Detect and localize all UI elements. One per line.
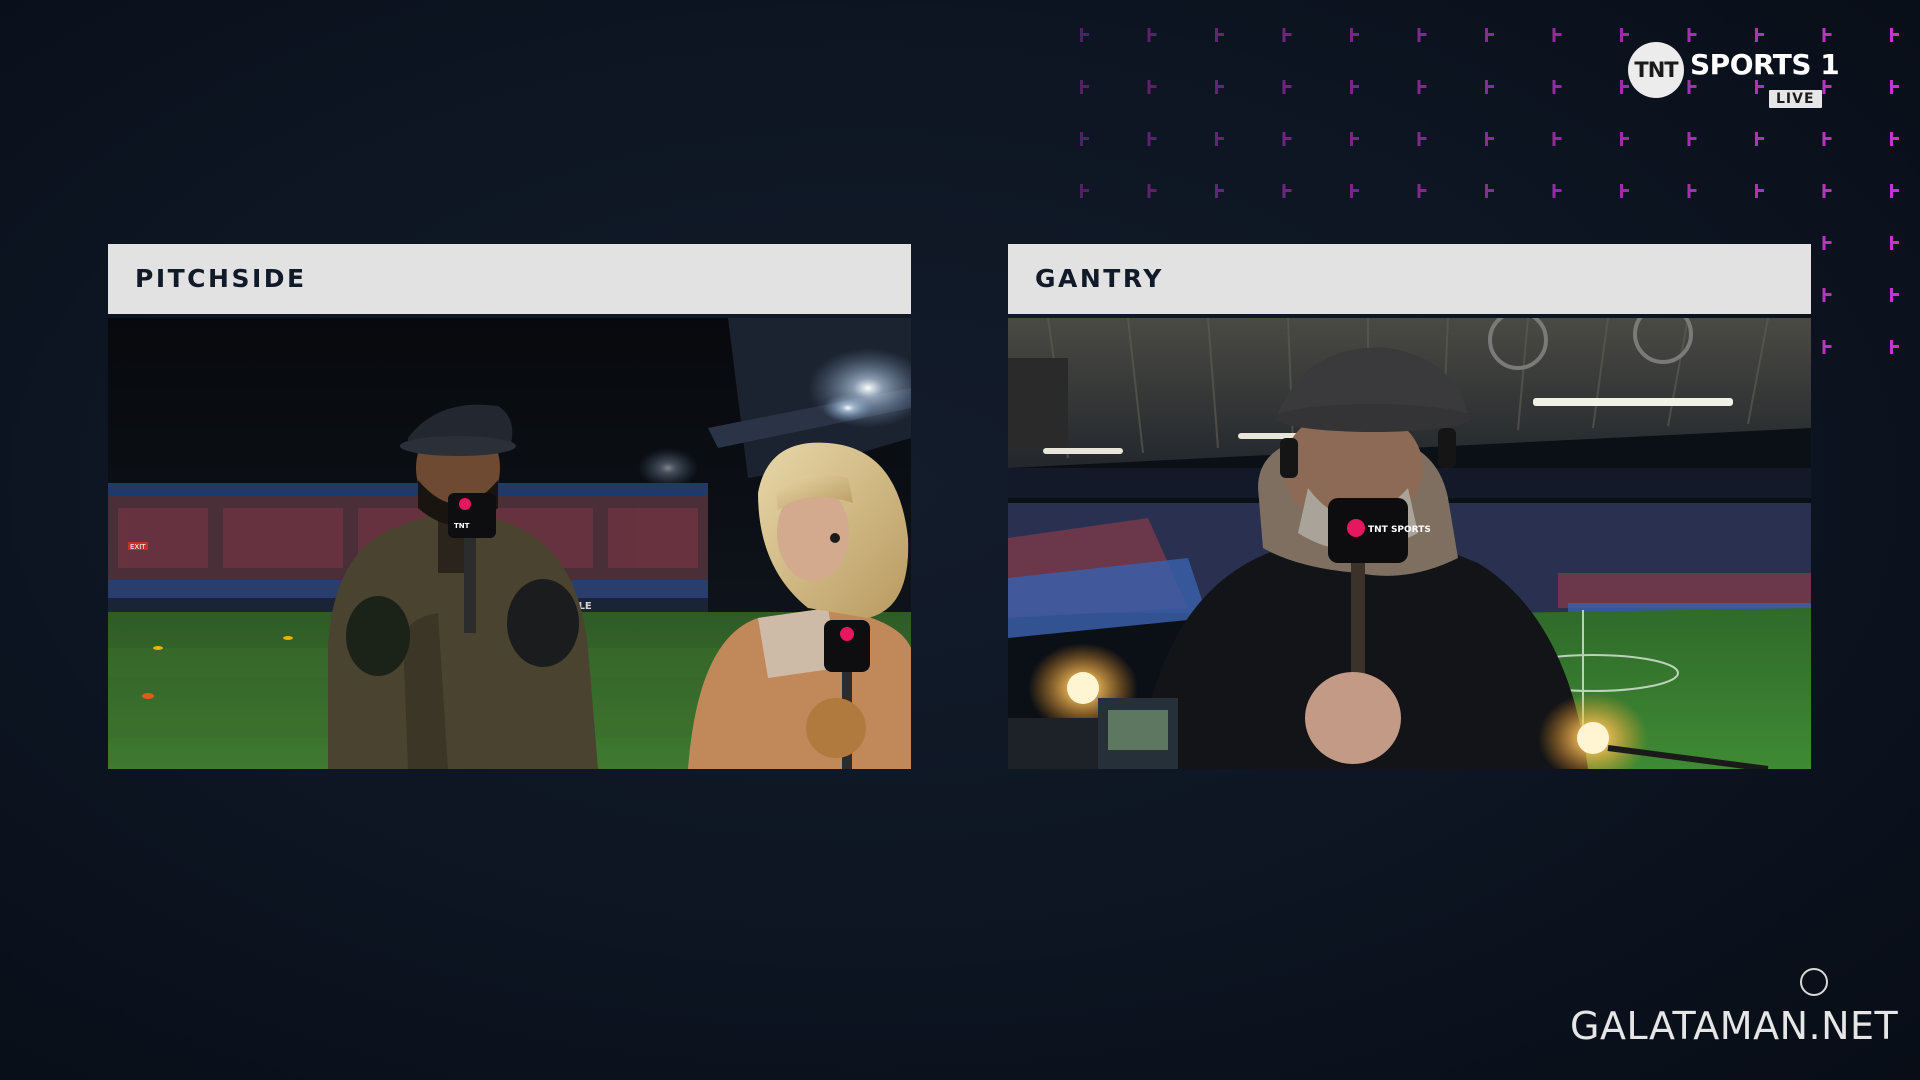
pattern-mark [1282, 184, 1292, 198]
pitchside-video-feed[interactable]: EXIT THE SALE [108, 318, 911, 769]
watermark: GALATAMAN.NET [1568, 968, 1913, 1048]
pitchside-scene: EXIT THE SALE [108, 318, 911, 769]
pitchside-title: PITCHSIDE [135, 264, 307, 293]
pattern-mark [1822, 340, 1832, 354]
tnt-logo-icon: TNT [1628, 42, 1684, 98]
exit-sign-text: EXIT [130, 543, 146, 551]
gantry-title: GANTRY [1035, 264, 1164, 293]
pattern-mark [1215, 184, 1224, 198]
gantry-scene: TNT SPORTS [1008, 318, 1811, 769]
pattern-mark [1687, 132, 1697, 146]
pitchside-panel: PITCHSIDE EXIT TNT [108, 244, 911, 769]
pattern-mark [1147, 184, 1157, 198]
pattern-mark [1282, 132, 1292, 146]
pitchside-mic-flag-text: TNT [454, 522, 470, 530]
pattern-mark [1417, 28, 1427, 42]
pattern-mark [1080, 184, 1089, 198]
pattern-mark [1890, 340, 1899, 354]
gantry-panel: GANTRY TNT SPORTS [1008, 244, 1811, 769]
pattern-mark [1485, 132, 1494, 146]
pattern-mark [1215, 28, 1224, 42]
pattern-mark [1890, 236, 1899, 250]
pattern-mark [1215, 132, 1224, 146]
pattern-mark [1350, 28, 1359, 42]
pattern-mark [1417, 184, 1427, 198]
pattern-mark [1552, 28, 1562, 42]
pattern-mark [1215, 80, 1224, 94]
channel-logo: TNT SPORTS 1 LIVE [1628, 40, 1840, 112]
pattern-mark [1485, 184, 1494, 198]
pattern-mark [1417, 80, 1427, 94]
pattern-mark [1755, 184, 1764, 198]
pitchside-panel-header: PITCHSIDE [108, 244, 911, 314]
pattern-mark [1552, 80, 1562, 94]
pattern-mark [1080, 132, 1089, 146]
pattern-mark [1350, 184, 1359, 198]
live-badge: LIVE [1769, 90, 1822, 108]
pattern-mark [1080, 80, 1089, 94]
pattern-mark [1890, 184, 1899, 198]
gantry-video-feed[interactable]: TNT SPORTS [1008, 318, 1811, 769]
pattern-mark [1350, 132, 1359, 146]
pattern-mark [1822, 288, 1832, 302]
pattern-mark [1620, 132, 1629, 146]
pattern-mark [1890, 132, 1899, 146]
pattern-mark [1080, 28, 1089, 42]
pattern-mark [1282, 28, 1292, 42]
watermark-text: GALATAMAN.NET [1570, 1004, 1899, 1048]
pattern-mark [1552, 184, 1562, 198]
broadcast-screen: TNT SPORTS 1 LIVE PITCHSIDE EXIT TNT GAN… [0, 0, 1920, 1080]
pattern-mark [1890, 288, 1899, 302]
pattern-mark [1687, 184, 1697, 198]
pattern-mark [1822, 184, 1832, 198]
pattern-mark [1485, 80, 1494, 94]
channel-name: SPORTS 1 [1690, 48, 1840, 81]
pattern-mark [1350, 80, 1359, 94]
pattern-mark [1552, 132, 1562, 146]
pattern-mark [1890, 28, 1899, 42]
pattern-mark [1147, 80, 1157, 94]
pattern-mark [1890, 80, 1899, 94]
circle-icon [1800, 968, 1828, 996]
pattern-mark [1147, 28, 1157, 42]
pattern-mark [1282, 80, 1292, 94]
pattern-mark [1822, 132, 1832, 146]
pattern-mark [1147, 132, 1157, 146]
pattern-mark [1755, 132, 1764, 146]
pattern-mark [1417, 132, 1427, 146]
pattern-mark [1620, 184, 1629, 198]
gantry-panel-header: GANTRY [1008, 244, 1811, 314]
pattern-mark [1822, 236, 1832, 250]
pattern-mark [1485, 28, 1494, 42]
gantry-mic-flag-text: TNT SPORTS [1368, 525, 1431, 535]
